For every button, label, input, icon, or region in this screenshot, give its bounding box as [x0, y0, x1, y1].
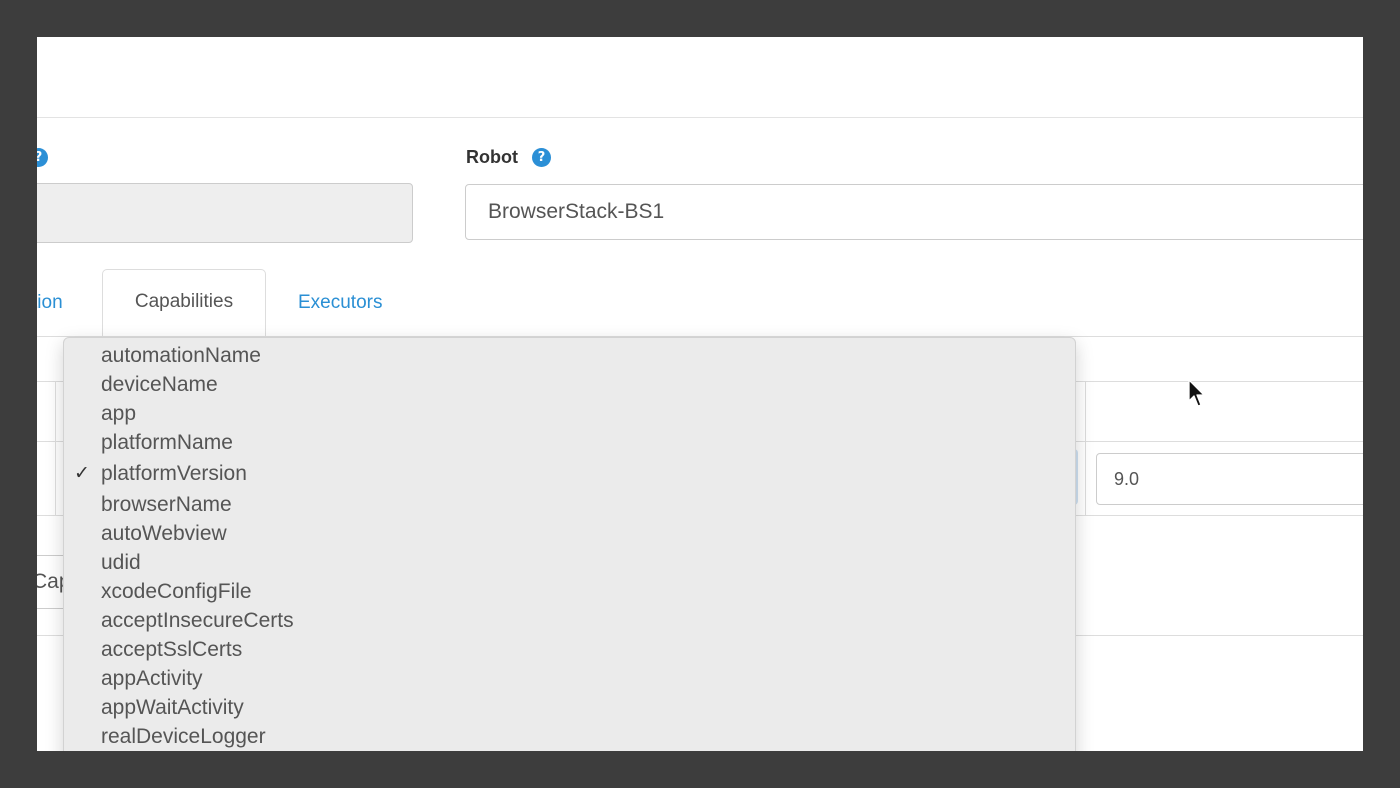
dropdown-option[interactable]: appActivity [64, 664, 1075, 693]
dropdown-option-label: acceptSslCerts [101, 638, 243, 661]
capability-value-input[interactable] [1096, 453, 1363, 505]
dropdown-option-label: platformName [101, 431, 233, 454]
dropdown-option[interactable]: browserName [64, 490, 1075, 519]
dropdown-option[interactable]: acceptInsecureCerts [64, 606, 1075, 635]
dropdown-option-label: appWaitActivity [101, 696, 244, 719]
dropdown-option[interactable]: platformName [64, 428, 1075, 457]
dropdown-option-label: app [101, 402, 137, 425]
app-viewport: ? Robot ? tion Capabilities Executors Ca… [37, 37, 1363, 751]
dropdown-option[interactable]: appWaitActivity [64, 693, 1075, 722]
dropdown-option[interactable]: app [64, 399, 1075, 428]
dropdown-option[interactable]: xcodeConfigFile [64, 577, 1075, 606]
left-readonly-field [37, 183, 413, 243]
dropdown-option-label: automationName [101, 344, 261, 367]
table-column-divider [55, 381, 56, 515]
dropdown-option[interactable]: acceptSslCerts [64, 635, 1075, 664]
dropdown-option[interactable]: autoWebview [64, 519, 1075, 548]
dropdown-option-label: browserName [101, 493, 232, 516]
dropdown-option[interactable]: ✓ platformVersion [64, 457, 1075, 490]
dropdown-option[interactable]: automationName [64, 341, 1075, 370]
robot-label: Robot [466, 147, 518, 167]
dropdown-option-label: appActivity [101, 667, 203, 690]
dropdown-option-label: acceptInsecureCerts [101, 609, 294, 632]
help-icon[interactable]: ? [37, 148, 48, 167]
robot-input[interactable] [465, 184, 1363, 240]
dropdown-option-label: platformVersion [101, 462, 247, 485]
dropdown-option-label: deviceName [101, 373, 218, 396]
dropdown-option-label: xcodeConfigFile [101, 580, 252, 603]
dropdown-option-label: autoWebview [101, 522, 227, 545]
checkmark-icon: ✓ [74, 462, 90, 484]
dropdown-option-label: realDeviceLogger [101, 725, 266, 748]
mouse-cursor-icon [1188, 379, 1205, 407]
tab-configuration[interactable]: tion [37, 293, 63, 313]
dropdown-option-list: automationName deviceName app platformName ✓… [64, 341, 1075, 751]
header-divider [37, 117, 1363, 118]
dropdown-option[interactable]: realDeviceLogger [64, 722, 1075, 751]
capability-dropdown-menu[interactable]: automationName deviceName app platformName ✓… [63, 337, 1076, 751]
dropdown-option-label: udid [101, 551, 141, 574]
dropdown-option[interactable]: udid [64, 548, 1075, 577]
table-column-divider [1085, 381, 1086, 515]
robot-help-icon[interactable]: ? [532, 148, 551, 167]
tab-capabilities[interactable]: Capabilities [102, 269, 266, 338]
tab-executors[interactable]: Executors [298, 293, 382, 313]
dropdown-option[interactable]: deviceName [64, 370, 1075, 399]
